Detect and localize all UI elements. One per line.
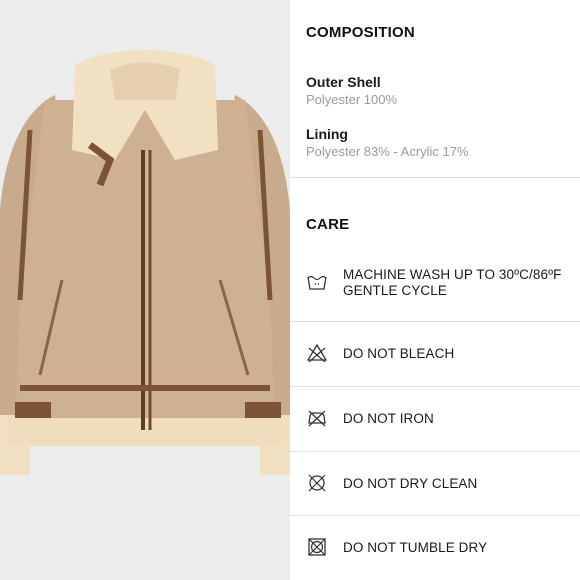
care-text-do-not-tumble-dry: DO NOT TUMBLE DRY (343, 540, 488, 555)
product-image (0, 0, 290, 580)
do-not-tumble-dry-icon (308, 538, 326, 556)
care-text-do-not-bleach: DO NOT BLEACH (343, 346, 455, 361)
product-details-panel: COMPOSITION Outer Shell Polyester 100% L… (290, 0, 580, 580)
care-item-do-not-bleach: DO NOT BLEACH (290, 322, 580, 386)
jacket-illustration (0, 0, 290, 580)
lining-label: Lining (306, 126, 348, 142)
care-title: CARE (306, 216, 350, 233)
do-not-dry-clean-icon (308, 474, 326, 492)
care-item-do-not-dry-clean: DO NOT DRY CLEAN (290, 452, 580, 516)
section-divider (290, 177, 580, 178)
care-text-do-not-iron: DO NOT IRON (343, 411, 434, 426)
do-not-iron-icon (308, 410, 326, 427)
outer-shell-label: Outer Shell (306, 74, 381, 90)
machine-wash-30-icon (307, 275, 327, 290)
care-item-do-not-tumble-dry: DO NOT TUMBLE DRY (290, 516, 580, 580)
care-line-2: GENTLE CYCLE (343, 283, 447, 298)
lining-value: Polyester 83% - Acrylic 17% (306, 144, 469, 159)
care-item-do-not-iron: DO NOT IRON (290, 387, 580, 451)
outer-shell-value: Polyester 100% (306, 92, 398, 107)
do-not-bleach-icon (306, 343, 328, 363)
care-text-machine-wash: MACHINE WASH UP TO 30ºC/86ºF GENTLE CYCL… (343, 267, 568, 299)
composition-title: COMPOSITION (306, 24, 415, 41)
care-line-1: MACHINE WASH UP TO 30ºC/86ºF (343, 267, 562, 282)
care-text-do-not-dry-clean: DO NOT DRY CLEAN (343, 476, 478, 491)
care-item-machine-wash: MACHINE WASH UP TO 30ºC/86ºF GENTLE CYCL… (290, 257, 580, 321)
